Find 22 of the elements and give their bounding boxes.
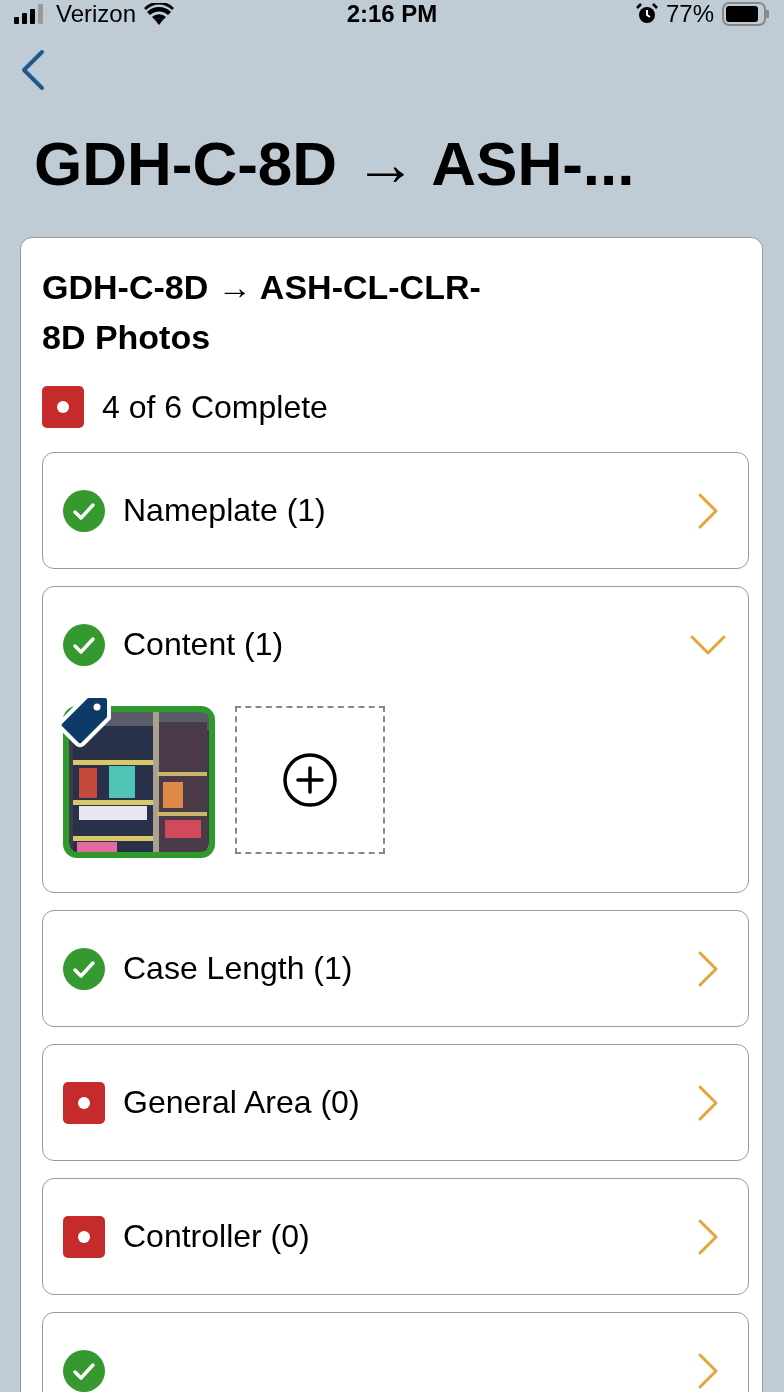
photo-thumbnail[interactable]: [63, 706, 215, 858]
section-label: General Area (0): [123, 1084, 360, 1120]
section-row[interactable]: General Area (0): [42, 1044, 749, 1161]
add-photo-button[interactable]: [235, 706, 385, 854]
card-title: GDH-C-8D → ASH-CL-CLR-8D Photos: [42, 267, 482, 358]
section-row[interactable]: Content (1): [42, 586, 749, 893]
carrier-name: Verizon: [56, 0, 137, 28]
battery-icon: [722, 2, 770, 26]
section-row[interactable]: Case Length (1): [42, 910, 749, 1027]
clock-time: 2:16 PM: [346, 0, 438, 28]
plus-circle-icon: [282, 752, 338, 808]
section-label: Case Length (1): [123, 950, 353, 986]
alarm-clock-icon: [635, 3, 658, 25]
section-row[interactable]: Controller (0): [42, 1178, 749, 1295]
section-label: Controller (0): [123, 1218, 310, 1254]
page-title: GDH-C-8D → ASH-...: [34, 129, 636, 199]
section-label: Content (1): [123, 626, 284, 662]
progress-text: 4 of 6 Complete: [102, 388, 328, 426]
section-label: Nameplate (1): [123, 492, 326, 528]
section-row[interactable]: Nameplate (1): [42, 452, 749, 569]
battery-percent: 77%: [665, 0, 714, 28]
wifi-icon: [144, 3, 175, 25]
